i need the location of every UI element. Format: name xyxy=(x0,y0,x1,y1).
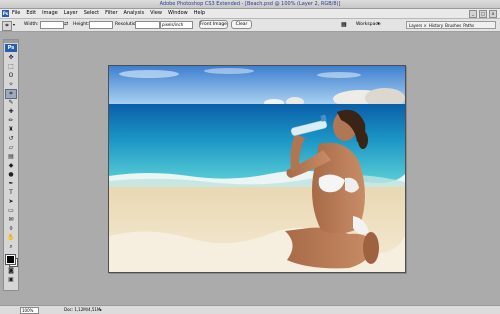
gradient-icon[interactable]: ▤ xyxy=(6,153,16,161)
menu-help[interactable]: Help xyxy=(194,10,205,16)
tab-layers[interactable]: Layers × xyxy=(409,23,427,28)
width-label: Width: xyxy=(24,22,39,27)
document-info[interactable]: Doc: 1,12M/4,51M xyxy=(64,307,100,312)
eyedropper-icon[interactable]: ✎ xyxy=(6,99,16,107)
tab-history[interactable]: History xyxy=(429,23,443,28)
close-button[interactable]: x xyxy=(489,10,497,18)
tab-paths[interactable]: Paths xyxy=(463,23,474,28)
crop-icon[interactable]: ⌗ xyxy=(5,89,17,99)
marquee-icon[interactable]: ⬚ xyxy=(6,63,16,71)
foreground-color-swatch[interactable] xyxy=(5,254,16,265)
tool-list: ✥ ⬚ ʘ ✧ ⌗ ✎ ✚ ✏ ♜ ↺ ▱ ▤ ◆ ● ✒ T ➤ ▭ ✉ ⌽ ✋ ⌕ xyxy=(4,54,18,251)
move-icon[interactable]: ✥ xyxy=(6,54,16,62)
minimize-button[interactable]: _ xyxy=(469,10,477,18)
menu-view[interactable]: View xyxy=(150,10,162,16)
toolbox-grip[interactable] xyxy=(4,40,18,43)
menu-layer[interactable]: Layer xyxy=(64,10,78,16)
eraser-icon[interactable]: ▱ xyxy=(6,144,16,152)
document-canvas[interactable] xyxy=(108,65,406,273)
menu-select[interactable]: Select xyxy=(84,10,99,16)
blur-icon[interactable]: ◆ xyxy=(6,162,16,170)
crop-icon[interactable]: ⌗ xyxy=(2,21,12,31)
menu-bar: Ps File Edit Image Layer Select Filter A… xyxy=(0,9,500,19)
panel-well: Layers × History Brushes Paths xyxy=(406,21,496,29)
menu-image[interactable]: Image xyxy=(42,10,58,16)
healing-brush-icon[interactable]: ✚ xyxy=(6,108,16,116)
beach-photo-image xyxy=(109,66,405,272)
play-arrow-icon[interactable]: ▸ xyxy=(100,307,102,312)
eyedropper-2-icon[interactable]: ⌽ xyxy=(6,225,16,233)
path-selection-icon[interactable]: ➤ xyxy=(6,198,16,206)
height-label: Height: xyxy=(73,22,90,27)
window-controls: _ □ x xyxy=(469,10,497,18)
resolution-field[interactable] xyxy=(135,21,160,29)
menu-list: File Edit Image Layer Select Filter Anal… xyxy=(12,10,205,16)
menu-analysis[interactable]: Analysis xyxy=(124,10,145,16)
tab-brushes[interactable]: Brushes xyxy=(445,23,461,28)
pen-icon[interactable]: ✒ xyxy=(6,180,16,188)
toolbox: Ps ✥ ⬚ ʘ ✧ ⌗ ✎ ✚ ✏ ♜ ↺ ▱ ▤ ◆ ● ✒ T ➤ ▭ ✉ ⌽ ✋ ⌕ ◙ ▣ xyxy=(3,39,19,291)
front-image-button[interactable]: Front Image xyxy=(199,20,228,29)
bottom-tools: ◙ ▣ xyxy=(4,267,18,284)
menu-filter[interactable]: Filter xyxy=(105,10,117,16)
brush-icon[interactable]: ✏ xyxy=(6,117,16,125)
zoom-icon[interactable]: ⌕ xyxy=(6,243,16,251)
swap-arrows-icon[interactable]: ⇄ xyxy=(64,21,68,27)
notes-icon[interactable]: ✉ xyxy=(6,216,16,224)
screen-mode-icon[interactable]: ▣ xyxy=(6,276,16,284)
hand-icon[interactable]: ✋ xyxy=(6,234,16,242)
maximize-button[interactable]: □ xyxy=(479,10,487,18)
type-icon[interactable]: T xyxy=(6,189,16,197)
photoshop-logo: Ps xyxy=(2,10,9,17)
menu-window[interactable]: Window xyxy=(168,10,188,16)
menu-file[interactable]: File xyxy=(12,10,20,16)
window-title: Adobe Photoshop CS3 Extended - [Beach.ps… xyxy=(159,1,341,7)
title-bar: Adobe Photoshop CS3 Extended - [Beach.ps… xyxy=(0,0,500,9)
history-brush-icon[interactable]: ↺ xyxy=(6,135,16,143)
clone-stamp-icon[interactable]: ♜ xyxy=(6,126,16,134)
resolution-unit-select[interactable]: pixels/inch xyxy=(160,21,193,29)
dodge-icon[interactable]: ● xyxy=(6,171,16,179)
toolbox-logo[interactable]: Ps xyxy=(5,44,17,52)
shape-icon[interactable]: ▭ xyxy=(6,207,16,215)
workspace-icon[interactable]: ▦ xyxy=(341,21,349,28)
lasso-icon[interactable]: ʘ xyxy=(6,72,16,80)
width-field[interactable] xyxy=(40,21,64,29)
workspace-chevron-icon[interactable]: ▾ xyxy=(377,21,380,27)
height-field[interactable] xyxy=(89,21,113,29)
clear-button[interactable]: Clear xyxy=(231,20,252,29)
options-bar: ⌗ ▾ Width: ⇄ Height: Resolution: pixels/… xyxy=(0,19,500,32)
magic-wand-icon[interactable]: ✧ xyxy=(6,81,16,89)
color-swatches xyxy=(5,254,18,267)
quick-mask-icon[interactable]: ◙ xyxy=(6,267,16,275)
menu-edit[interactable]: Edit xyxy=(26,10,36,16)
tool-preset-chevron-icon[interactable]: ▾ xyxy=(13,22,15,27)
